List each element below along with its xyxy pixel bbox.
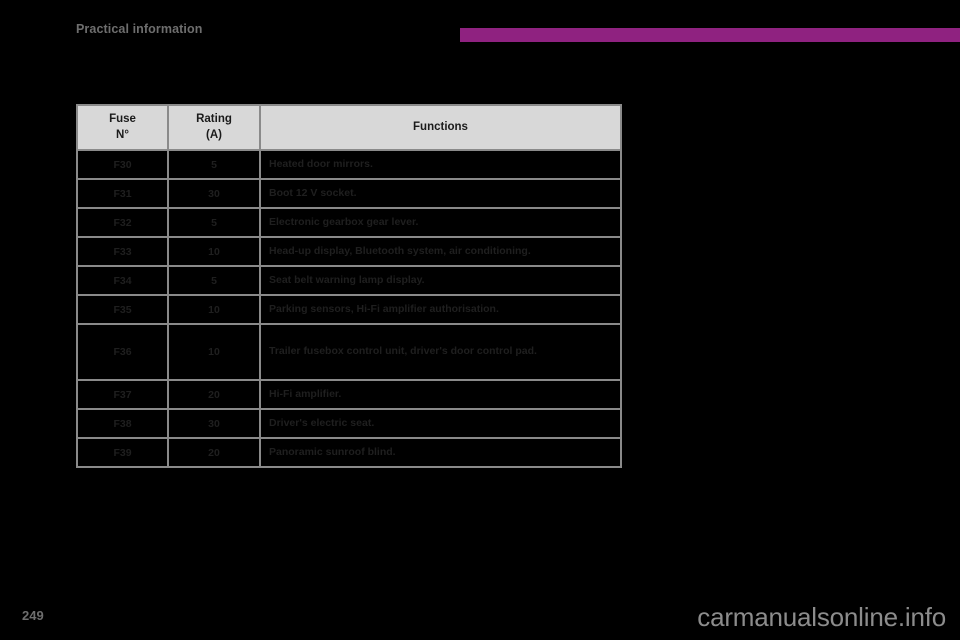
column-header-fuse-line2: N°	[116, 128, 129, 141]
cell-fuse-rating: 5	[167, 149, 261, 180]
page-header: Practical information	[0, 0, 960, 52]
cell-fuse-function: Trailer fusebox control unit, driver's d…	[259, 323, 622, 381]
cell-fuse-function: Hi-Fi amplifier.	[259, 379, 622, 410]
cell-fuse-rating: 30	[167, 178, 261, 209]
cell-fuse-number: F37	[76, 379, 169, 410]
cell-fuse-function: Driver's electric seat.	[259, 408, 622, 439]
table-row: F36 10 Trailer fusebox control unit, dri…	[76, 323, 622, 381]
table-row: F33 10 Head-up display, Bluetooth system…	[76, 236, 622, 267]
cell-fuse-rating: 10	[167, 294, 261, 325]
cell-fuse-number: F34	[76, 265, 169, 296]
column-header-fuse-line1: Fuse	[109, 112, 136, 125]
table-header-row: Fuse N° Rating (A) Functions	[76, 104, 622, 151]
site-watermark: carmanualsonline.info	[697, 602, 946, 632]
cell-fuse-number: F31	[76, 178, 169, 209]
cell-fuse-function: Boot 12 V socket.	[259, 178, 622, 209]
column-header-rating: Rating (A)	[167, 104, 261, 151]
table-body: F30 5 Heated door mirrors. F31 30 Boot 1…	[76, 149, 622, 468]
cell-fuse-number: F36	[76, 323, 169, 381]
cell-fuse-number: F32	[76, 207, 169, 238]
column-header-fuse: Fuse N°	[76, 104, 169, 151]
table-header: Fuse N° Rating (A) Functions	[76, 104, 622, 151]
cell-fuse-number: F39	[76, 437, 169, 468]
cell-fuse-function: Electronic gearbox gear lever.	[259, 207, 622, 238]
cell-fuse-function: Parking sensors, Hi-Fi amplifier authori…	[259, 294, 622, 325]
table-row: F38 30 Driver's electric seat.	[76, 408, 622, 439]
table-row: F30 5 Heated door mirrors.	[76, 149, 622, 180]
cell-fuse-number: F35	[76, 294, 169, 325]
table-row: F35 10 Parking sensors, Hi-Fi amplifier …	[76, 294, 622, 325]
cell-fuse-rating: 20	[167, 379, 261, 410]
header-accent-bar	[460, 28, 960, 42]
column-header-rating-line2: (A)	[206, 128, 222, 141]
column-header-functions-label: Functions	[413, 120, 468, 133]
table-row: F31 30 Boot 12 V socket.	[76, 178, 622, 209]
table-row: F34 5 Seat belt warning lamp display.	[76, 265, 622, 296]
table-row: F37 20 Hi-Fi amplifier.	[76, 379, 622, 410]
column-header-functions: Functions	[259, 104, 622, 151]
cell-fuse-rating: 10	[167, 323, 261, 381]
cell-fuse-function: Head-up display, Bluetooth system, air c…	[259, 236, 622, 267]
cell-fuse-rating: 5	[167, 207, 261, 238]
cell-fuse-function: Heated door mirrors.	[259, 149, 622, 180]
table-row: F39 20 Panoramic sunroof blind.	[76, 437, 622, 468]
cell-fuse-rating: 20	[167, 437, 261, 468]
table-row: F32 5 Electronic gearbox gear lever.	[76, 207, 622, 238]
cell-fuse-number: F30	[76, 149, 169, 180]
cell-fuse-function: Panoramic sunroof blind.	[259, 437, 622, 468]
cell-fuse-rating: 10	[167, 236, 261, 267]
cell-fuse-number: F33	[76, 236, 169, 267]
cell-fuse-function: Seat belt warning lamp display.	[259, 265, 622, 296]
cell-fuse-rating: 30	[167, 408, 261, 439]
column-header-rating-line1: Rating	[196, 112, 232, 125]
page-title: Practical information	[76, 22, 203, 36]
cell-fuse-number: F38	[76, 408, 169, 439]
cell-fuse-rating: 5	[167, 265, 261, 296]
page-number: 249	[22, 608, 44, 623]
fuse-table: Fuse N° Rating (A) Functions F30 5 Heate…	[76, 104, 622, 468]
